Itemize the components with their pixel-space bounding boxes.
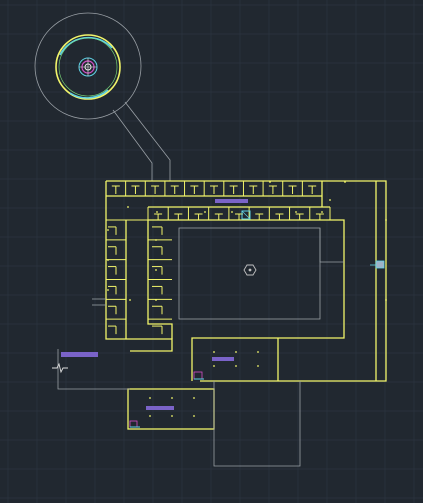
- fixture-dot: [295, 211, 297, 213]
- fixture-dot: [235, 351, 237, 353]
- fixture-dot: [231, 211, 233, 213]
- room-tag-south: [212, 357, 234, 361]
- fixture-dot: [156, 211, 158, 213]
- fixture-dot: [193, 397, 195, 399]
- room-layout: [105, 181, 331, 340]
- ring-cyan-arc-lower: [69, 89, 109, 99]
- access-path: [112, 101, 171, 181]
- fixture-dot: [235, 365, 237, 367]
- drafting-grid: [0, 0, 423, 503]
- hexagon-marker-icon[interactable]: [243, 264, 257, 276]
- fixture-dot: [329, 199, 331, 201]
- fixture-dot: [257, 365, 259, 367]
- fixture-dot: [193, 415, 195, 417]
- room-tag-north: [215, 199, 248, 203]
- fixture-dot: [107, 289, 109, 291]
- fixture-dot: [127, 206, 129, 208]
- room-tag-west: [61, 352, 98, 357]
- site-outlines: [57, 227, 344, 467]
- fixture-dot: [257, 351, 259, 353]
- break-line-icon: [52, 362, 68, 374]
- fixture-dot: [107, 229, 109, 231]
- fixture-dot: [213, 365, 215, 367]
- drawing-canvas[interactable]: [0, 0, 423, 503]
- fixture-dot: [107, 259, 109, 261]
- roundabout-plan[interactable]: [34, 12, 142, 120]
- inner-wall-e: [148, 219, 345, 381]
- fixture-dot: [155, 299, 157, 301]
- cad-model-viewport[interactable]: [0, 0, 423, 503]
- room-tag-annex: [146, 406, 174, 410]
- stair-icon[interactable]: [193, 371, 204, 380]
- fixture-dot: [149, 397, 151, 399]
- fixture-dot: [155, 239, 157, 241]
- fixture-dot: [155, 269, 157, 271]
- fixture-dot: [171, 397, 173, 399]
- fixture-dot: [385, 299, 387, 301]
- fixture-dot: [171, 415, 173, 417]
- fixture-dot: [321, 211, 323, 213]
- fixture-dot: [149, 415, 151, 417]
- fixture-dot: [344, 181, 346, 183]
- fixture-dot: [385, 219, 387, 221]
- fixture-dot: [129, 299, 131, 301]
- fixture-dot: [213, 351, 215, 353]
- courtyard: [178, 227, 321, 320]
- compass-rose-icon: [78, 57, 98, 77]
- stair-icon[interactable]: [129, 420, 140, 428]
- fixture-dot: [269, 181, 271, 183]
- room-tags: [61, 199, 248, 410]
- fixture-dot: [204, 211, 206, 213]
- stair-icon[interactable]: [370, 260, 385, 269]
